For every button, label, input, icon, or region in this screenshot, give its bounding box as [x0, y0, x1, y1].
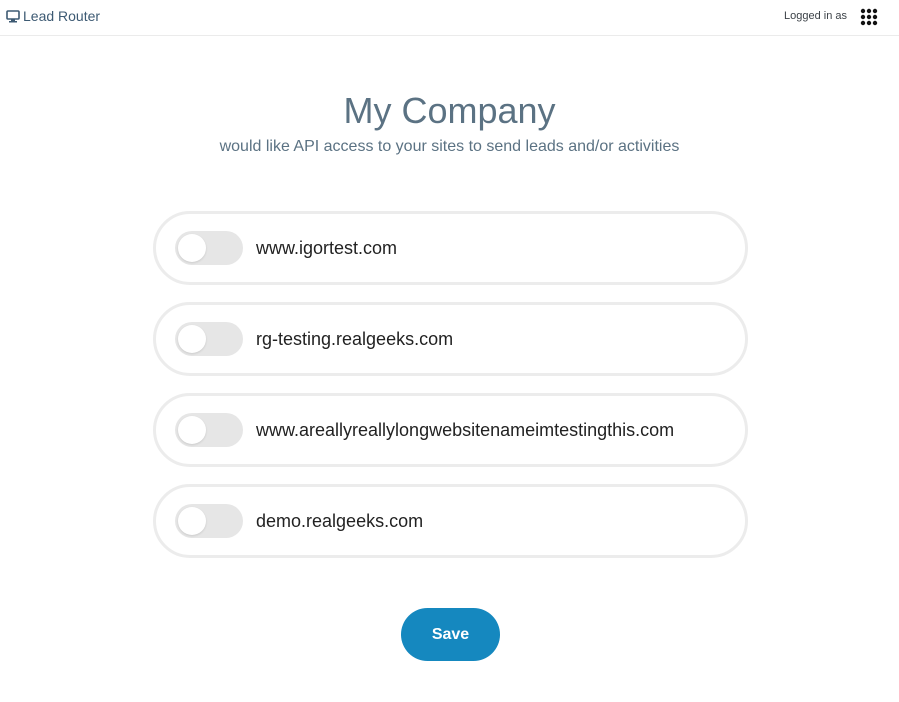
page-title: My Company [343, 90, 556, 131]
site-row: www.areallyreallylongwebsitenameimtestin… [153, 393, 748, 467]
site-toggle[interactable] [175, 413, 243, 447]
page-header: My Company would like API access to your… [0, 88, 899, 156]
toggle-knob [178, 507, 206, 535]
logged-in-label: Logged in as [784, 10, 847, 22]
site-toggle[interactable] [175, 504, 243, 538]
site-name: demo.realgeeks.com [256, 510, 424, 531]
site-toggle[interactable] [175, 322, 243, 356]
toggle-knob [178, 234, 206, 262]
site-name: rg-testing.realgeeks.com [256, 328, 454, 349]
page-subtitle: would like API access to your sites to s… [219, 138, 680, 155]
toggle-knob [178, 325, 206, 353]
brand-label: Lead Router [23, 8, 101, 24]
site-toggle[interactable] [175, 231, 243, 265]
site-list: www.igortest.com rg-testing.realgeeks.co… [153, 211, 748, 575]
save-button[interactable]: Save [401, 608, 500, 661]
site-name: www.areallyreallylongwebsitenameimtestin… [256, 419, 675, 440]
site-name: www.igortest.com [256, 237, 398, 258]
brand-link[interactable]: Lead Router [6, 8, 100, 24]
top-navbar: Lead Router Logged in as [0, 0, 899, 36]
grid-dots-icon[interactable] [860, 8, 878, 26]
site-row: rg-testing.realgeeks.com [153, 302, 748, 376]
toggle-knob [178, 416, 206, 444]
site-row: demo.realgeeks.com [153, 484, 748, 558]
site-row: www.igortest.com [153, 211, 748, 285]
monitor-icon [6, 9, 20, 22]
